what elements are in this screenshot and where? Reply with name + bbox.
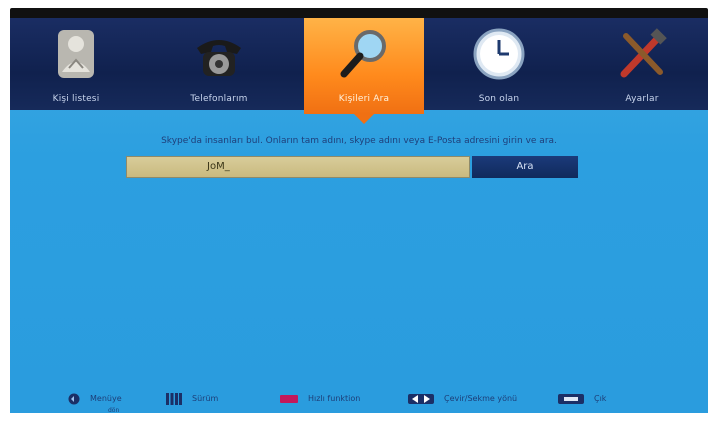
telephone-icon xyxy=(197,40,241,76)
hint-quick-function: Hızlı funktion xyxy=(280,392,360,406)
search-button[interactable]: Ara xyxy=(472,156,578,178)
search-input[interactable]: JoM_ xyxy=(126,156,470,178)
tab-label: Telefonlarım xyxy=(190,94,248,104)
hint-navigate: Çevir/Sekme yönü xyxy=(408,392,517,406)
clock-icon xyxy=(473,28,525,80)
hint-sublabel: dön xyxy=(108,407,120,413)
tab-label: Ayarlar xyxy=(625,94,659,104)
contact-person-icon xyxy=(58,30,94,78)
hint-label: Hızlı funktion xyxy=(308,394,361,403)
hint-label: Menüye xyxy=(90,394,122,403)
skype-screen: Kişi listesi Telefonlarım Kişileri Ara S… xyxy=(10,18,708,413)
search-prompt: Skype'da insanları bul. Onların tam adın… xyxy=(161,136,557,146)
hint-label: Sürüm xyxy=(192,394,219,403)
left-right-arrows-icon xyxy=(408,393,434,404)
tab-label: Kişileri Ara xyxy=(338,94,390,104)
top-menu-bar: Kişi listesi Telefonlarım Kişileri Ara S… xyxy=(10,18,708,124)
tools-icon xyxy=(620,28,667,78)
numeric-keypad-icon xyxy=(166,392,182,405)
exit-button-icon xyxy=(558,393,584,404)
tab-contact-list[interactable]: Kişi listesi xyxy=(16,18,136,110)
hint-bar: Menüye dön Sürüm Hızlı funktion Çevir/Se… xyxy=(10,388,708,413)
tab-settings[interactable]: Ayarlar xyxy=(582,18,702,110)
hint-exit: Çık xyxy=(558,392,606,406)
hint-back: Menüye dön xyxy=(68,392,122,413)
red-button-icon xyxy=(280,394,298,403)
tab-recent[interactable]: Son olan xyxy=(439,18,559,110)
back-button-icon xyxy=(68,393,80,404)
tv-frame: Kişi listesi Telefonlarım Kişileri Ara S… xyxy=(10,8,708,413)
search-icon xyxy=(340,30,386,78)
tab-label: Kişi listesi xyxy=(52,94,100,104)
hint-label: Çık xyxy=(594,394,607,403)
tab-search-contacts[interactable]: Kişileri Ara xyxy=(304,18,424,124)
tab-phones[interactable]: Telefonlarım xyxy=(159,18,279,110)
hint-version: Sürüm xyxy=(166,392,218,406)
hint-label: Çevir/Sekme yönü xyxy=(444,394,518,403)
tab-label: Son olan xyxy=(478,94,520,104)
